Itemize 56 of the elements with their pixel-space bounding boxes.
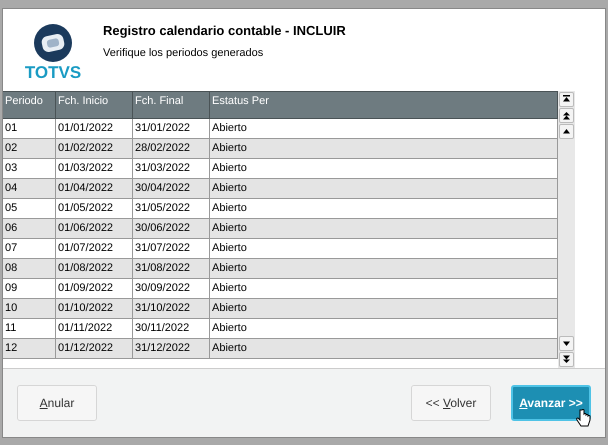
- table-cell: 01/05/2022: [56, 199, 133, 218]
- table-cell: 03: [3, 159, 56, 178]
- table-cell: 06: [3, 219, 56, 238]
- table-cell: 30/11/2022: [133, 319, 210, 338]
- table-cell: 28/02/2022: [133, 139, 210, 158]
- page-down-button[interactable]: [559, 352, 574, 367]
- table-cell: 08: [3, 259, 56, 278]
- table-cell: 10: [3, 299, 56, 318]
- table-cell: 31/05/2022: [133, 199, 210, 218]
- table-cell: 31/10/2022: [133, 299, 210, 318]
- table-cell: 05: [3, 199, 56, 218]
- table-cell: 30/04/2022: [133, 179, 210, 198]
- dialog-subtitle: Verifique los periodos generados: [103, 46, 264, 60]
- table-cell: 30/06/2022: [133, 219, 210, 238]
- arrow-up-icon: [562, 95, 571, 104]
- dialog-title: Registro calendario contable - INCLUIR: [103, 22, 346, 40]
- scroll-up-button[interactable]: [559, 124, 574, 139]
- table-cell: 31/07/2022: [133, 239, 210, 258]
- table-cell: 12: [3, 339, 56, 358]
- table-cell: 31/12/2022: [133, 339, 210, 358]
- table-cell: 31/01/2022: [133, 119, 210, 138]
- table-cell: 01/11/2022: [56, 319, 133, 338]
- logo-icon: [33, 23, 73, 63]
- table-cell: 01/08/2022: [56, 259, 133, 278]
- table-cell: 09: [3, 279, 56, 298]
- table-cell: 02: [3, 139, 56, 158]
- scroll-top-button[interactable]: [559, 92, 574, 107]
- table-cell: 31/08/2022: [133, 259, 210, 278]
- table-cell: 01/03/2022: [56, 159, 133, 178]
- table-cell: 30/09/2022: [133, 279, 210, 298]
- cancel-button[interactable]: Anular: [17, 385, 97, 421]
- logo-text: TOTVS: [24, 64, 82, 81]
- arrow-up-icon: [562, 111, 571, 120]
- table-cell: 01/06/2022: [56, 219, 133, 238]
- arrow-up-icon: [562, 127, 571, 136]
- table-cell: 04: [3, 179, 56, 198]
- column-header: Periodo: [3, 92, 56, 118]
- arrow-down-icon: [562, 339, 571, 348]
- hand-cursor-icon: [575, 409, 591, 429]
- back-button[interactable]: << Volver: [411, 385, 491, 421]
- table-cell: 01/09/2022: [56, 279, 133, 298]
- table-cell: 07: [3, 239, 56, 258]
- scroll-down-button[interactable]: [559, 336, 574, 351]
- table-cell: 01/04/2022: [56, 179, 133, 198]
- table-cell: 31/03/2022: [133, 159, 210, 178]
- table-cell: 01/02/2022: [56, 139, 133, 158]
- arrow-down-icon: [562, 355, 571, 364]
- table-cell: 01/07/2022: [56, 239, 133, 258]
- page-up-button[interactable]: [559, 108, 574, 123]
- table-cell: 11: [3, 319, 56, 338]
- column-header: Fch. Inicio: [56, 92, 133, 118]
- column-header: Fch. Final: [133, 92, 210, 118]
- table-cell: 01: [3, 119, 56, 138]
- table-cell: 01/10/2022: [56, 299, 133, 318]
- table-cell: 01/12/2022: [56, 339, 133, 358]
- table-cell: 01/01/2022: [56, 119, 133, 138]
